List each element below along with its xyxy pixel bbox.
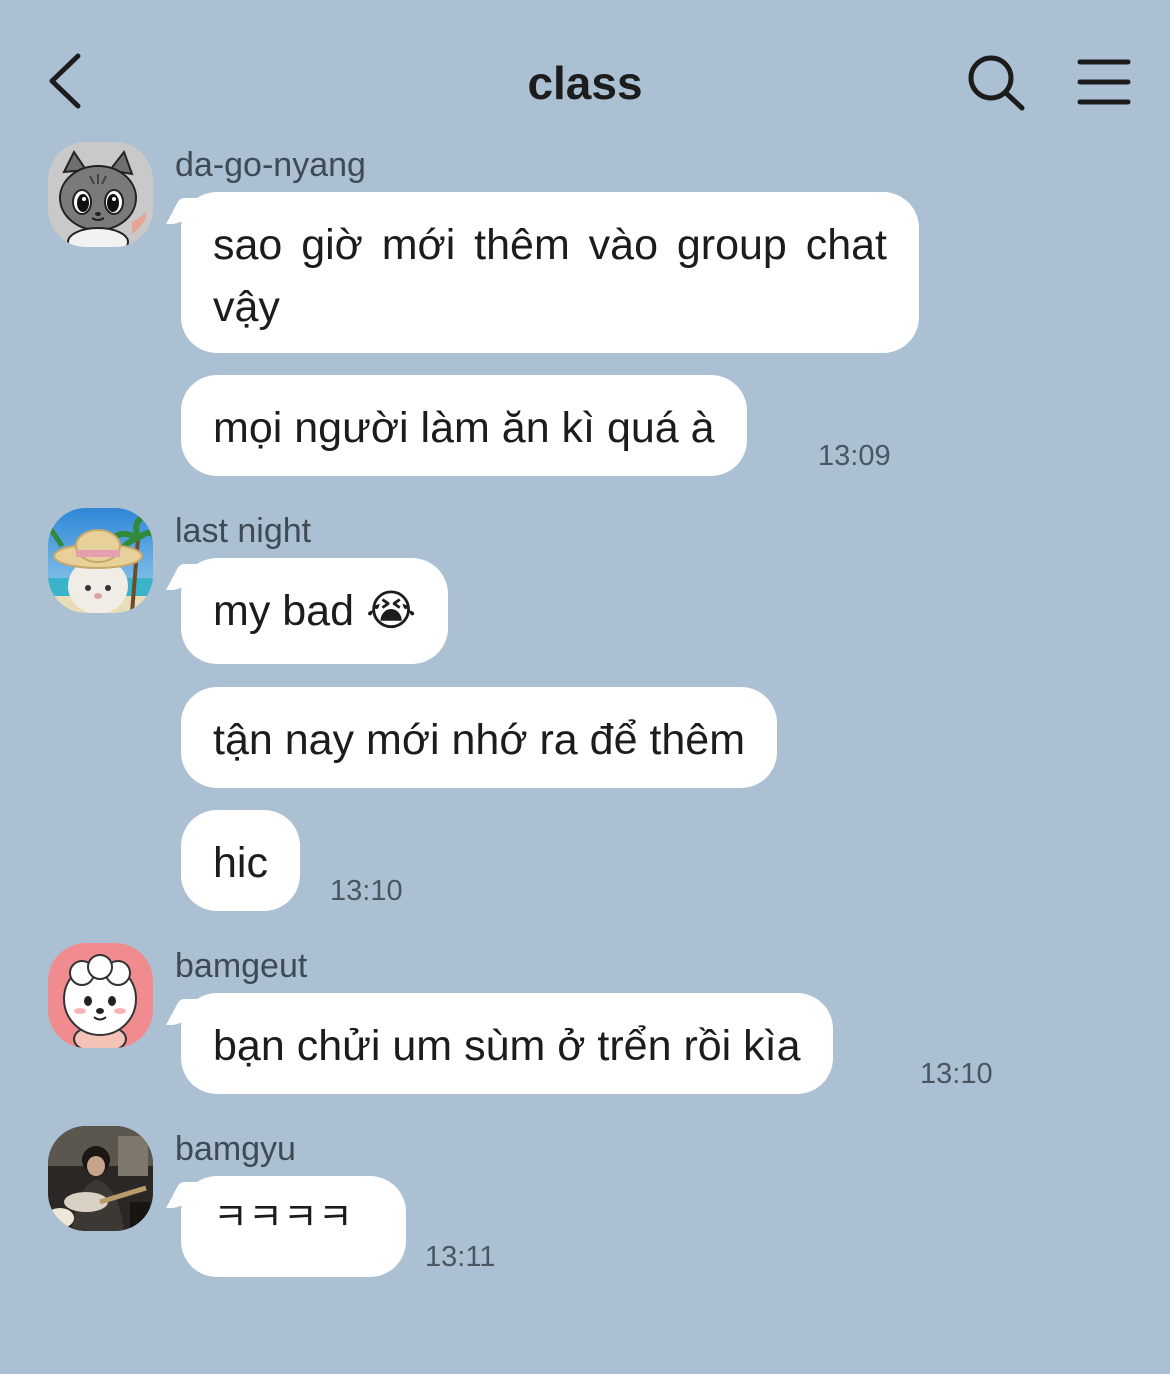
menu-button[interactable]: [1076, 56, 1132, 108]
guitar-player-photo-avatar-icon: [48, 1126, 153, 1231]
message-bubble[interactable]: my bad 😭: [181, 558, 449, 664]
sender-name: bamgyu: [175, 1130, 296, 1168]
sender-name: da-go-nyang: [175, 146, 366, 184]
message-time: 13:10: [330, 875, 403, 907]
gray-cat-avatar-icon: [48, 142, 153, 247]
message-bubble[interactable]: ㅋㅋㅋㅋ: [181, 1176, 406, 1277]
sender-name: bamgeut: [175, 947, 308, 985]
message-bubble[interactable]: tận nay mới nhớ ra để thêm: [181, 687, 778, 788]
chat-header: class: [0, 0, 1170, 150]
message-bubble[interactable]: hic: [181, 810, 300, 911]
message-bubble[interactable]: sao giờ mới thêm vào group chat vậy: [181, 192, 919, 353]
hamburger-menu-icon: [1077, 59, 1131, 105]
chat-screen: class da-go-nyang sao giờ mới thêm vào g…: [0, 0, 1170, 1374]
white-puppy-pink-avatar-icon: [48, 943, 153, 1048]
straw-hat-cat-beach-avatar-icon: [48, 508, 153, 613]
sender-name: last night: [175, 512, 312, 550]
message-time: 13:09: [818, 440, 891, 472]
search-button[interactable]: [964, 52, 1030, 114]
search-icon: [968, 55, 1025, 111]
avatar-bamgeut[interactable]: [48, 943, 153, 1048]
avatar-bamgyu[interactable]: [48, 1126, 153, 1231]
message-time: 13:10: [920, 1058, 993, 1090]
avatar-last-night[interactable]: [48, 508, 153, 613]
message-time: 13:11: [425, 1241, 496, 1273]
message-bubble[interactable]: mọi người làm ăn kì quá à: [181, 375, 747, 476]
avatar-da-go-nyang[interactable]: [48, 142, 153, 247]
message-bubble[interactable]: bạn chửi um sùm ở trển rồi kìa: [181, 993, 833, 1094]
